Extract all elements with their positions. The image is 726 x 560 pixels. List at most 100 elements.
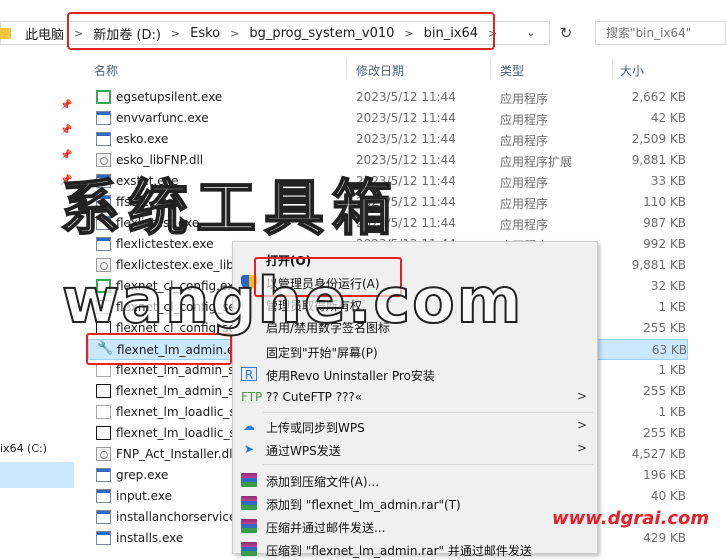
file-date: 2023/5/12 11:44 bbox=[356, 132, 456, 146]
highlight-selected-file bbox=[86, 333, 232, 365]
column-header-size[interactable]: 大小 bbox=[620, 62, 644, 79]
file-name: envvarfunc.exe bbox=[116, 111, 209, 125]
nav-item-drive-c[interactable]: ix64 (C:) bbox=[0, 442, 47, 455]
file-size: 110 KB bbox=[643, 195, 686, 209]
column-header-type[interactable]: 类型 bbox=[500, 62, 524, 79]
menu-item-cuteftp[interactable]: FTP ?? CuteFTP ???« > bbox=[233, 386, 597, 408]
file-name: grep.exe bbox=[116, 468, 169, 482]
file-type: 应用程序扩展 bbox=[500, 155, 573, 169]
watermark-url: www.dgrai.com bbox=[552, 508, 710, 529]
menu-item-revo-install[interactable]: R 使用Revo Uninstaller Pro安装 bbox=[233, 363, 597, 385]
watermark-text: 系统工具箱 bbox=[59, 173, 400, 245]
green-exe-icon bbox=[96, 90, 111, 104]
file-size: 40 KB bbox=[650, 489, 686, 503]
file-name: installanchorservice.exe bbox=[116, 510, 246, 524]
nav-item-selected[interactable] bbox=[0, 462, 74, 488]
file-size: 196 KB bbox=[643, 468, 686, 482]
table-row[interactable]: egsetupsilent.exe 2023/5/12 11:44 应用程序 2… bbox=[88, 87, 688, 108]
menu-item-label: 添加到 "flexnet_lm_admin.rar"(T) bbox=[266, 498, 461, 512]
cloud-icon: ☁ bbox=[243, 419, 255, 433]
file-name: installs.exe bbox=[116, 531, 184, 545]
menu-item-add-rar[interactable]: 添加到 "flexnet_lm_admin.rar"(T) bbox=[233, 492, 597, 514]
dll-icon bbox=[96, 447, 111, 461]
file-name: flexnet_lm_loadlic_setup2.exe bbox=[116, 426, 246, 440]
file-size: 255 KB bbox=[643, 426, 686, 440]
column-divider[interactable] bbox=[612, 58, 613, 80]
chevron-right-icon: > bbox=[576, 441, 587, 455]
file-name: esko.exe bbox=[116, 132, 169, 146]
revo-icon: R bbox=[241, 367, 257, 382]
menu-item-add-archive[interactable]: 添加到压缩文件(A)... bbox=[233, 469, 597, 491]
file-size: 2,662 KB bbox=[631, 90, 686, 104]
winrar-icon bbox=[241, 496, 257, 510]
chevron-right-icon: > bbox=[576, 389, 587, 403]
setup-icon bbox=[96, 426, 111, 440]
file-type: 应用程序 bbox=[500, 197, 549, 211]
table-row[interactable]: esko.exe 2023/5/12 11:44 应用程序 2,509 KB bbox=[88, 129, 688, 150]
file-name: flexnet_lm_admin_setup2.exe bbox=[116, 384, 246, 398]
file-size: 9,881 KB bbox=[631, 258, 686, 272]
file-icon bbox=[96, 405, 111, 419]
menu-item-wps-send[interactable]: ➤ 通过WPS发送 > bbox=[233, 438, 597, 460]
column-header-name[interactable]: 名称 bbox=[94, 62, 118, 79]
menu-separator bbox=[263, 464, 593, 465]
menu-item-label: 使用Revo Uninstaller Pro安装 bbox=[266, 369, 435, 383]
setup-icon bbox=[96, 384, 111, 398]
file-name: flexnet_lm_admin_setup.exe bbox=[116, 363, 246, 377]
refresh-icon[interactable]: ↻ bbox=[552, 21, 580, 45]
file-size: 992 KB bbox=[643, 237, 686, 251]
winrar-icon bbox=[241, 473, 257, 487]
file-name: egsetupsilent.exe bbox=[116, 90, 223, 104]
file-type: 应用程序 bbox=[500, 218, 549, 232]
file-type: 应用程序 bbox=[500, 176, 549, 190]
file-size: 255 KB bbox=[643, 321, 686, 335]
menu-item-label: 添加到压缩文件(A)... bbox=[266, 475, 380, 489]
menu-item-pin-start[interactable]: 固定到"开始"屏幕(P) bbox=[233, 340, 597, 362]
file-type: 应用程序 bbox=[500, 92, 549, 106]
menu-item-wps-upload[interactable]: ☁ 上传或同步到WPS > bbox=[233, 415, 597, 437]
file-size: 2,509 KB bbox=[631, 132, 686, 146]
pin-icon[interactable]: 📌 bbox=[60, 125, 72, 136]
address-dropdown-icon[interactable]: ⌄ bbox=[519, 22, 543, 44]
exe-icon bbox=[96, 510, 111, 524]
file-size: 429 KB bbox=[643, 531, 686, 545]
file-size: 987 KB bbox=[643, 216, 686, 230]
file-type: 应用程序 bbox=[500, 113, 549, 127]
winrar-icon bbox=[241, 519, 257, 533]
file-icon bbox=[96, 363, 111, 377]
menu-item-label: 固定到"开始"屏幕(P) bbox=[266, 346, 378, 360]
search-input[interactable] bbox=[596, 22, 725, 44]
file-size: 1 KB bbox=[658, 363, 686, 377]
exe-icon bbox=[96, 132, 111, 146]
table-row[interactable]: envvarfunc.exe 2023/5/12 11:44 应用程序 42 K… bbox=[88, 108, 688, 129]
file-size: 33 KB bbox=[650, 174, 686, 188]
menu-item-label: 上传或同步到WPS bbox=[266, 421, 365, 435]
menu-item-compress-rar-email[interactable]: 压缩到 "flexnet_lm_admin.rar" 并通过邮件发送 bbox=[233, 538, 597, 560]
search-box[interactable] bbox=[595, 21, 726, 45]
file-size: 32 KB bbox=[650, 279, 686, 293]
file-date: 2023/5/12 11:44 bbox=[356, 111, 456, 125]
file-size: 4,527 KB bbox=[631, 447, 686, 461]
menu-item-label: 通过WPS发送 bbox=[266, 444, 341, 458]
wps-send-icon: ➤ bbox=[243, 442, 255, 456]
menu-item-compress-email[interactable]: 压缩并通过邮件发送... bbox=[233, 515, 597, 537]
exe-icon bbox=[96, 111, 111, 125]
folder-icon bbox=[0, 27, 11, 39]
column-divider[interactable] bbox=[490, 58, 491, 80]
file-type: 应用程序 bbox=[500, 134, 549, 148]
exe-icon bbox=[96, 531, 111, 545]
file-size: 1 KB bbox=[658, 405, 686, 419]
file-size: 255 KB bbox=[643, 384, 686, 398]
column-header-date[interactable]: 修改日期 bbox=[356, 62, 404, 79]
file-name: FNP_Act_Installer.dll bbox=[116, 447, 236, 461]
file-name: flexnet_lm_loadlic_setup.exe bbox=[116, 405, 246, 419]
window-top-strip bbox=[0, 0, 726, 8]
pin-icon[interactable]: 📌 bbox=[60, 100, 72, 111]
menu-item-label: ?? CuteFTP ???« bbox=[266, 390, 363, 404]
exe-icon bbox=[96, 468, 111, 482]
file-name: input.exe bbox=[116, 489, 172, 503]
chevron-right-icon: > bbox=[576, 418, 587, 432]
watermark-text: wanghe.com bbox=[61, 263, 524, 338]
breadcrumb-this-pc[interactable]: 此电脑 bbox=[25, 24, 64, 43]
column-divider[interactable] bbox=[346, 58, 347, 80]
